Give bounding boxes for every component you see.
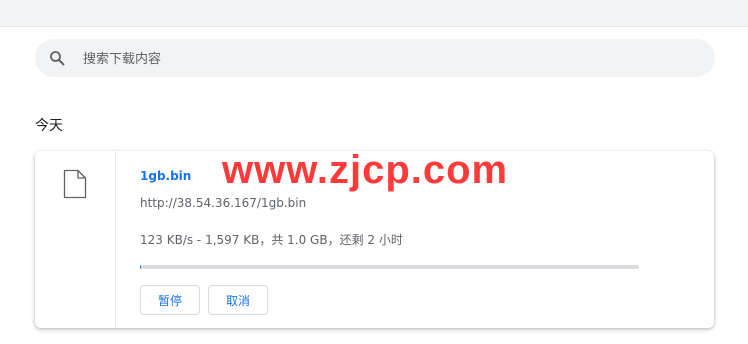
download-progress-fill [140, 265, 141, 269]
search-input[interactable] [81, 48, 685, 70]
search-icon [50, 51, 65, 66]
cancel-button[interactable]: 取消 [208, 285, 268, 315]
watermark-text: www.zjcp.com [222, 148, 509, 192]
file-icon [63, 169, 87, 199]
pause-button[interactable]: 暂停 [140, 285, 200, 315]
date-group-label: 今天 [35, 118, 63, 134]
download-status: 123 KB/s - 1,597 KB，共 1.0 GB，还剩 2 小时 [140, 233, 403, 247]
card-divider [115, 151, 116, 328]
search-bar[interactable] [35, 39, 715, 77]
download-url: http://38.54.36.167/1gb.bin [140, 196, 307, 210]
top-bar [0, 0, 748, 27]
download-progress-bar [140, 265, 639, 269]
download-filename-link[interactable]: 1gb.bin [140, 169, 191, 183]
